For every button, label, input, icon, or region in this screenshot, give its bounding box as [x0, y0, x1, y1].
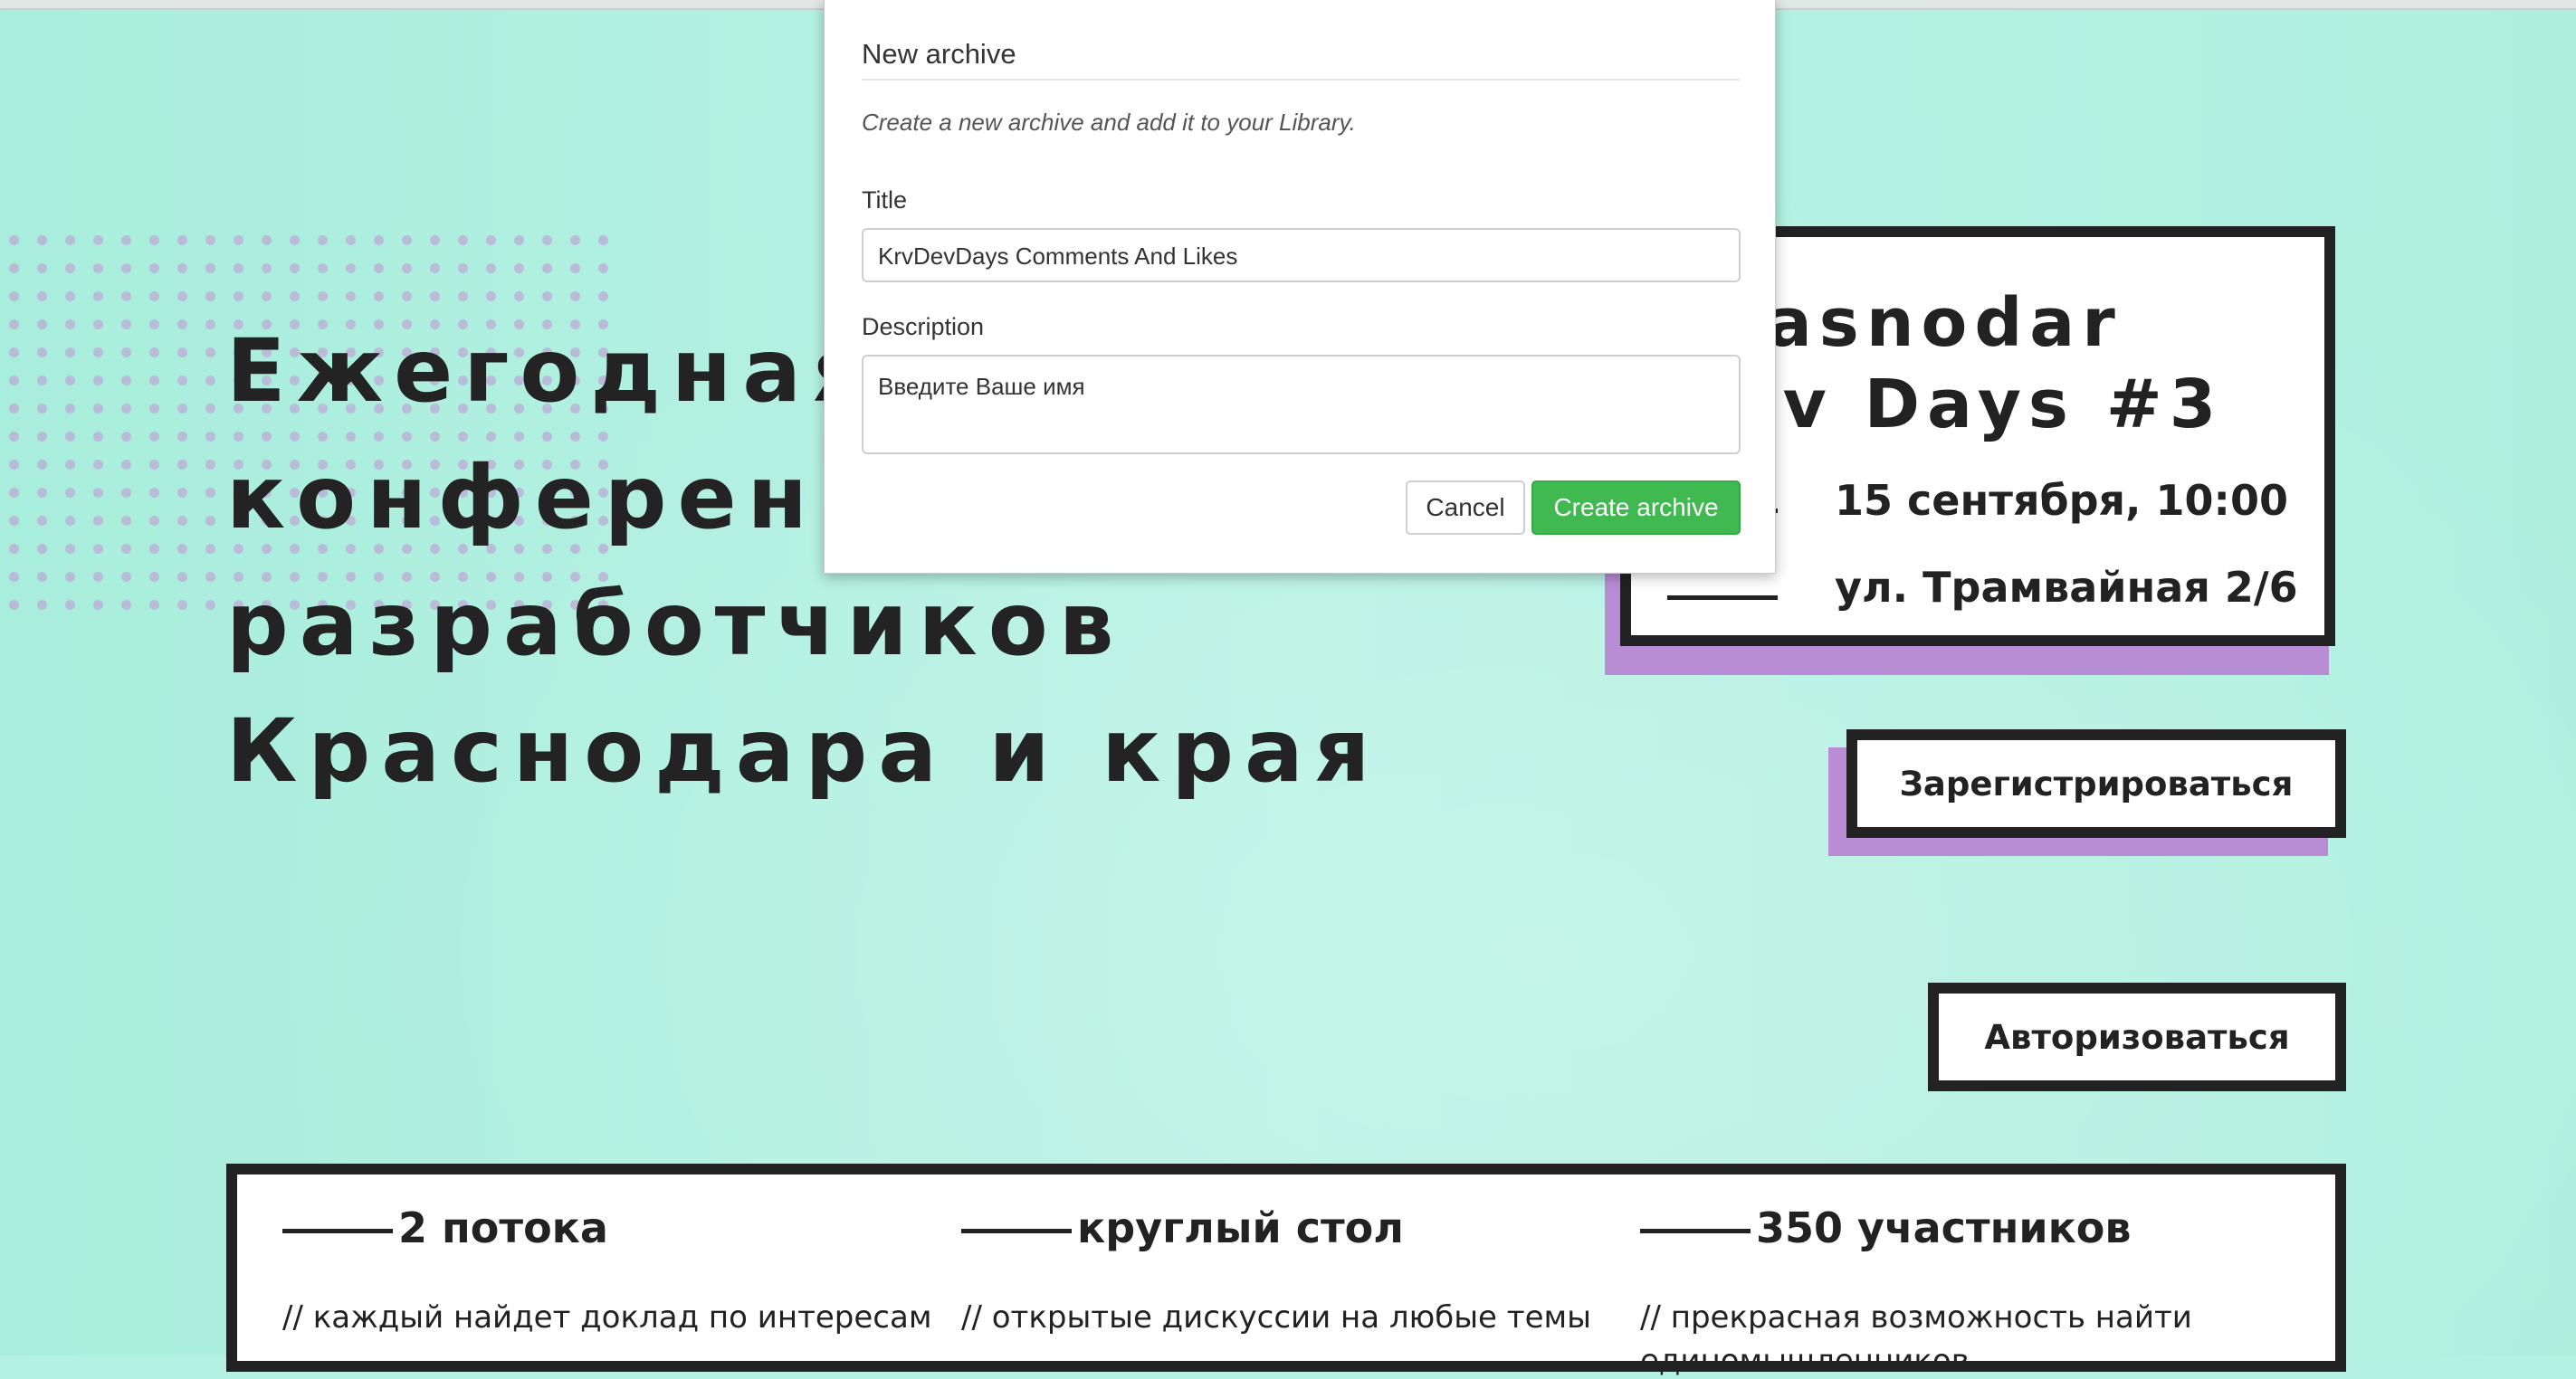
description-textarea[interactable]: Введите Ваше имя [862, 355, 1741, 454]
feature-dash [282, 1229, 393, 1233]
feature-title: 350 участников [1756, 1203, 2132, 1252]
feature-description: // каждый найдет доклад по интересам [282, 1299, 932, 1336]
dialog-title: New archive [862, 38, 1016, 70]
new-archive-dialog: New archive Create a new archive and add… [824, 0, 1776, 574]
feature-dash [1640, 1229, 1751, 1233]
login-button[interactable]: Авторизоваться [1928, 983, 2346, 1091]
address-dash [1667, 595, 1778, 600]
feature-title: 2 потока [398, 1203, 608, 1252]
title-label: Title [862, 186, 908, 214]
features-panel: 2 потока // каждый найдет доклад по инте… [226, 1164, 2346, 1379]
register-button[interactable]: Зарегистрироваться [1846, 729, 2346, 838]
feature-description-continued: единомышленников [1640, 1343, 1970, 1379]
hero-line-4: Краснодара и края [226, 700, 1381, 802]
event-address: ул. Трамвайная 2/6 [1835, 563, 2298, 612]
feature-dash [961, 1229, 1072, 1233]
dialog-subtitle: Create a new archive and add it to your … [862, 109, 1356, 136]
title-input[interactable]: KrvDevDays Comments And Likes [862, 228, 1741, 282]
cancel-button[interactable]: Cancel [1406, 480, 1525, 535]
dialog-divider [862, 79, 1740, 81]
feature-description: // прекрасная возможность найти [1640, 1299, 2192, 1336]
create-archive-button[interactable]: Create archive [1531, 480, 1741, 535]
description-label: Description [862, 313, 985, 340]
hero-line-3: разработчиков [226, 574, 1125, 675]
feature-title: круглый стол [1077, 1203, 1404, 1252]
event-date: 15 сентября, 10:00 [1835, 476, 2288, 525]
feature-description: // открытые дискуссии на любые темы [961, 1299, 1591, 1336]
